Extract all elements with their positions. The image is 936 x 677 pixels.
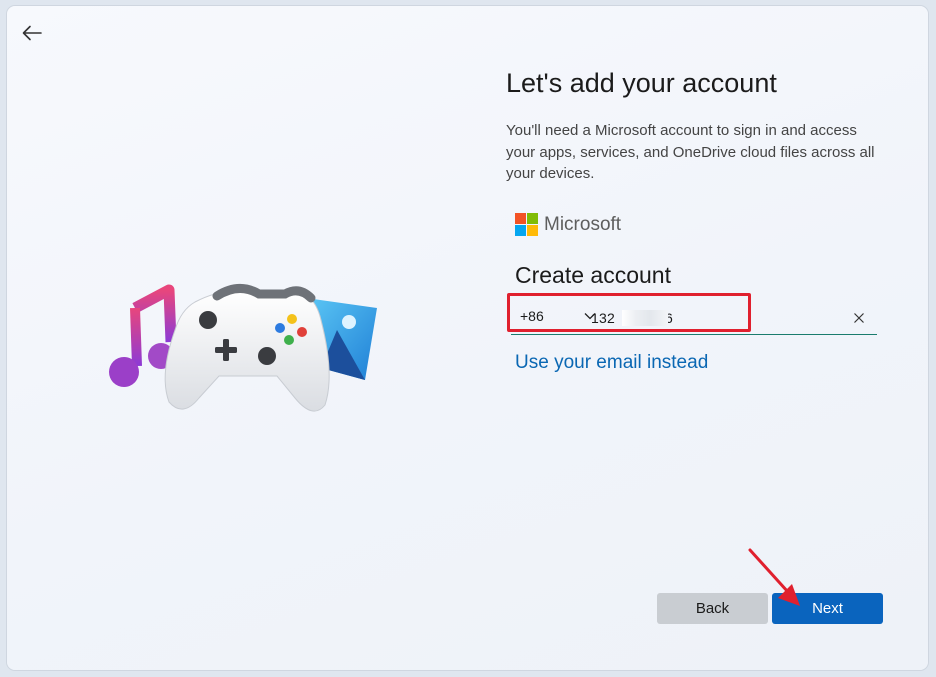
services-illustration (109, 284, 377, 412)
back-arrow-button[interactable] (19, 20, 45, 46)
microsoft-logo-icon (515, 213, 538, 236)
page-title: Let's add your account (506, 68, 777, 98)
music-note-icon (109, 284, 177, 387)
microsoft-logo: Microsoft (515, 213, 621, 236)
back-button[interactable]: Back (657, 593, 768, 624)
setup-window: Let's add your account You'll need a Mic… (7, 6, 928, 670)
create-account-heading: Create account (515, 262, 671, 288)
arrow-left-icon (22, 25, 42, 41)
next-button[interactable]: Next (772, 593, 883, 624)
use-email-link[interactable]: Use your email instead (515, 352, 708, 374)
game-controller-icon (164, 284, 330, 412)
phone-input[interactable]: +86 132 6 (511, 302, 877, 335)
phone-number-prefix: 132 (591, 310, 615, 326)
page-description: You'll need a Microsoft account to sign … (506, 122, 875, 182)
close-icon[interactable] (853, 312, 865, 324)
country-code-select[interactable]: +86 (520, 308, 544, 324)
redacted-digits (622, 310, 668, 326)
brand-name: Microsoft (544, 213, 622, 235)
